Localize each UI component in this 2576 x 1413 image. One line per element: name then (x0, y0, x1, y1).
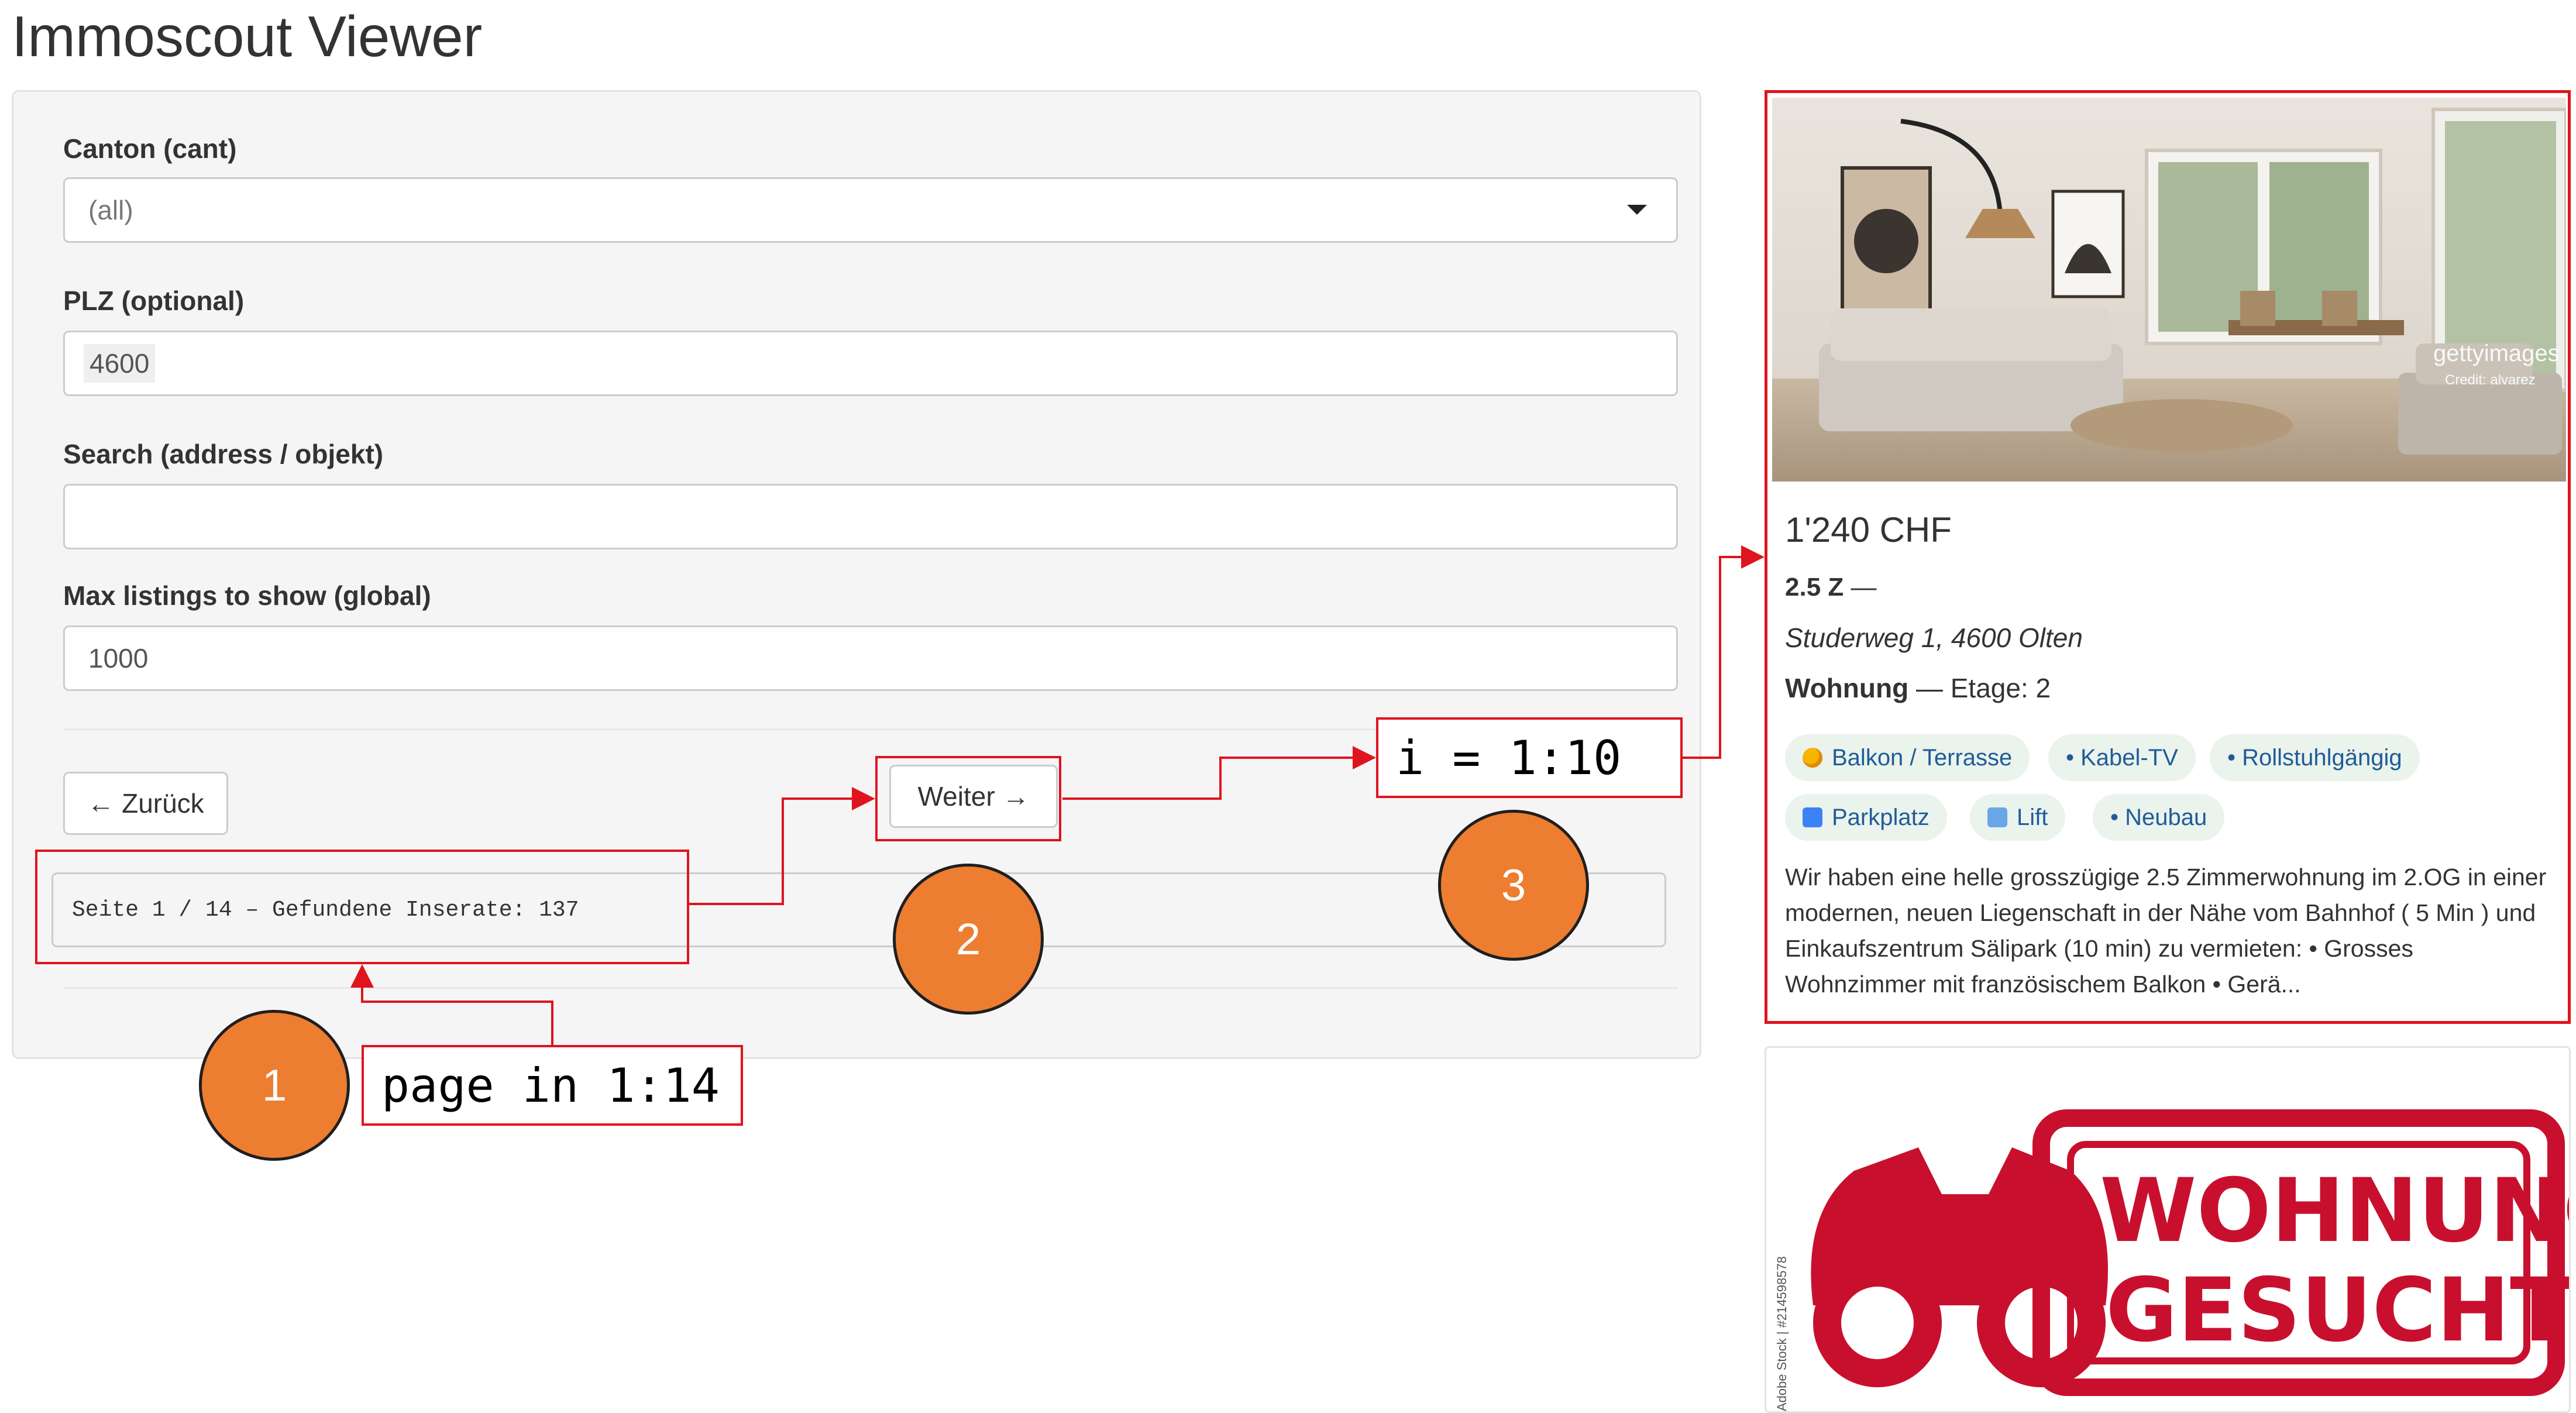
connector-page-loop (350, 964, 553, 1045)
connector-next-button (689, 787, 875, 905)
connector-item-loop (1062, 746, 1376, 800)
annotation-connectors (350, 545, 1765, 1045)
connector-listing-card (1683, 545, 1765, 759)
